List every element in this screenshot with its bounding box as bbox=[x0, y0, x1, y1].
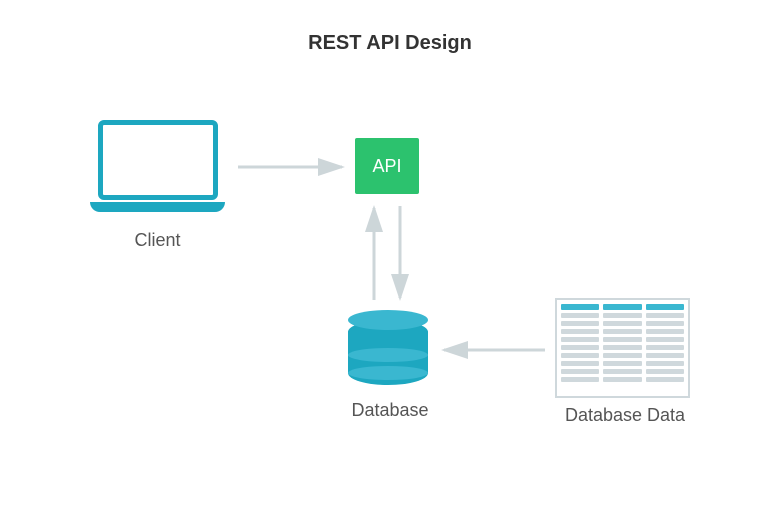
data-column-icon bbox=[646, 304, 684, 392]
data-node bbox=[555, 298, 690, 398]
data-column-icon bbox=[561, 304, 599, 392]
diagram-title: REST API Design bbox=[0, 32, 780, 55]
client-node bbox=[90, 120, 225, 220]
database-node bbox=[348, 310, 428, 390]
laptop-base-icon bbox=[90, 202, 225, 212]
data-label: Database Data bbox=[540, 405, 710, 426]
data-column-icon bbox=[603, 304, 641, 392]
diagram-arrows bbox=[0, 0, 780, 510]
laptop-icon bbox=[98, 120, 218, 200]
client-label: Client bbox=[90, 230, 225, 251]
api-node: API bbox=[355, 138, 419, 194]
database-band-icon bbox=[348, 366, 428, 380]
database-band-icon bbox=[348, 348, 428, 362]
database-label: Database bbox=[320, 400, 460, 421]
database-top-icon bbox=[348, 310, 428, 330]
